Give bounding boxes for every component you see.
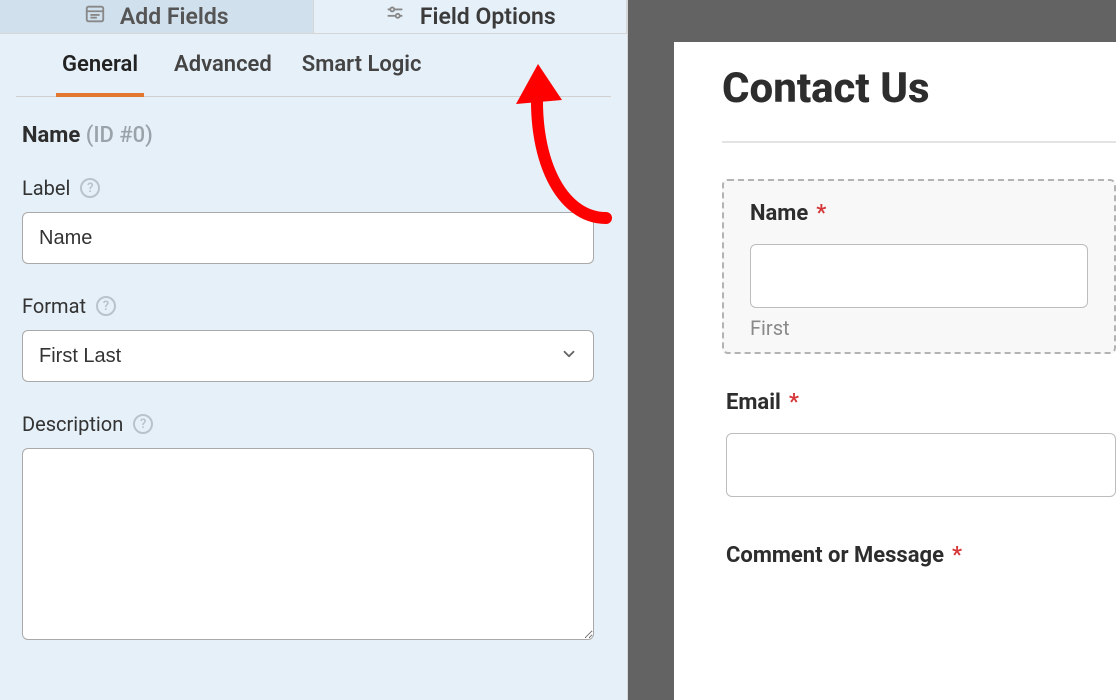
field-id: (ID #0)	[86, 123, 153, 148]
format-select[interactable]: First Last	[22, 330, 594, 382]
group-label: Label ?	[22, 176, 605, 264]
sliders-icon	[384, 3, 406, 31]
form-card: Contact Us Name * First Email * Co	[674, 42, 1116, 700]
subtab-smart-logic[interactable]: Smart Logic	[302, 52, 422, 96]
main-tabs: Add Fields Field Options	[0, 0, 627, 34]
tab-field-options-label: Field Options	[420, 3, 556, 30]
group-format: Format ? First Last	[22, 294, 605, 382]
preview-comment-label: Comment or Message	[726, 543, 944, 568]
description-label: Description	[22, 412, 123, 436]
form-title: Contact Us	[722, 64, 1116, 113]
help-icon[interactable]: ?	[96, 296, 116, 316]
help-icon[interactable]: ?	[133, 414, 153, 434]
settings-panel: Name (ID #0) Label ? Format ? First Last	[0, 97, 627, 700]
subtab-general[interactable]: General	[56, 52, 144, 97]
field-header: Name (ID #0)	[22, 123, 605, 148]
tab-add-fields[interactable]: Add Fields	[0, 0, 314, 33]
preview-field-name[interactable]: Name * First	[722, 179, 1116, 354]
preview-name-label: Name	[750, 201, 808, 226]
format-label: Format	[22, 294, 86, 318]
group-description: Description ?	[22, 412, 605, 644]
field-name: Name	[22, 123, 80, 148]
preview-field-comment[interactable]: Comment or Message *	[722, 543, 1116, 568]
sidebar-panel: Add Fields Field Options General Advance…	[0, 0, 628, 700]
preview-name-sublabel: First	[750, 316, 1088, 340]
preview-field-email[interactable]: Email *	[722, 390, 1116, 497]
preview-name-input[interactable]	[750, 244, 1088, 308]
label-label: Label	[22, 176, 70, 200]
sub-tabs: General Advanced Smart Logic	[16, 34, 611, 97]
tab-add-fields-label: Add Fields	[120, 3, 229, 30]
form-icon	[84, 3, 106, 31]
required-indicator: *	[952, 543, 962, 568]
label-input[interactable]	[22, 212, 594, 264]
divider	[722, 141, 1116, 143]
preview-email-label: Email	[726, 390, 781, 415]
required-indicator: *	[816, 201, 826, 226]
tab-field-options[interactable]: Field Options	[314, 0, 628, 33]
subtab-advanced[interactable]: Advanced	[174, 52, 272, 96]
description-textarea[interactable]	[22, 448, 594, 640]
preview-email-input[interactable]	[726, 433, 1116, 497]
preview-pane: Contact Us Name * First Email * Co	[628, 0, 1116, 700]
help-icon[interactable]: ?	[80, 178, 100, 198]
required-indicator: *	[789, 390, 799, 415]
